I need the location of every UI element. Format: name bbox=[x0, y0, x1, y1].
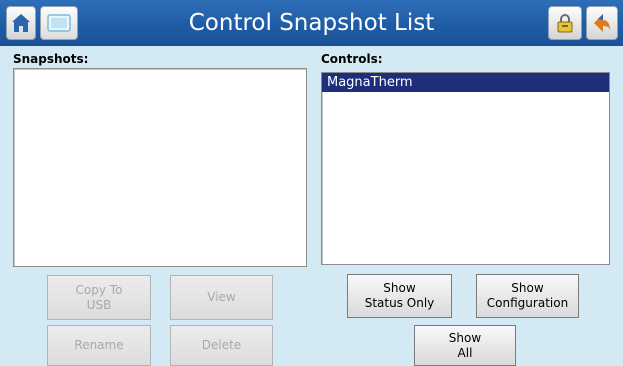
lock-button[interactable] bbox=[548, 6, 582, 40]
delete-button[interactable]: Delete bbox=[170, 325, 273, 366]
snapshots-label: Snapshots: bbox=[13, 52, 89, 66]
back-button[interactable] bbox=[586, 6, 618, 40]
snapshots-listbox[interactable] bbox=[13, 68, 307, 267]
view-button[interactable]: View bbox=[170, 275, 273, 320]
show-all-button[interactable]: Show All bbox=[414, 325, 516, 366]
screen-icon bbox=[47, 14, 71, 32]
rename-button[interactable]: Rename bbox=[47, 325, 151, 366]
show-configuration-button[interactable]: Show Configuration bbox=[476, 274, 579, 318]
screen-button[interactable] bbox=[40, 6, 78, 40]
home-button[interactable] bbox=[6, 6, 36, 40]
controls-label: Controls: bbox=[321, 52, 383, 66]
back-arrow-icon bbox=[594, 14, 610, 32]
controls-listbox[interactable]: MagnaTherm bbox=[321, 72, 610, 265]
home-icon bbox=[12, 14, 30, 32]
lock-icon bbox=[557, 14, 573, 33]
copy-to-usb-button[interactable]: Copy To USB bbox=[47, 275, 151, 320]
show-status-only-button[interactable]: Show Status Only bbox=[347, 274, 452, 318]
page-title: Control Snapshot List bbox=[188, 10, 435, 36]
list-item-magnatherm[interactable]: MagnaTherm bbox=[322, 73, 609, 92]
